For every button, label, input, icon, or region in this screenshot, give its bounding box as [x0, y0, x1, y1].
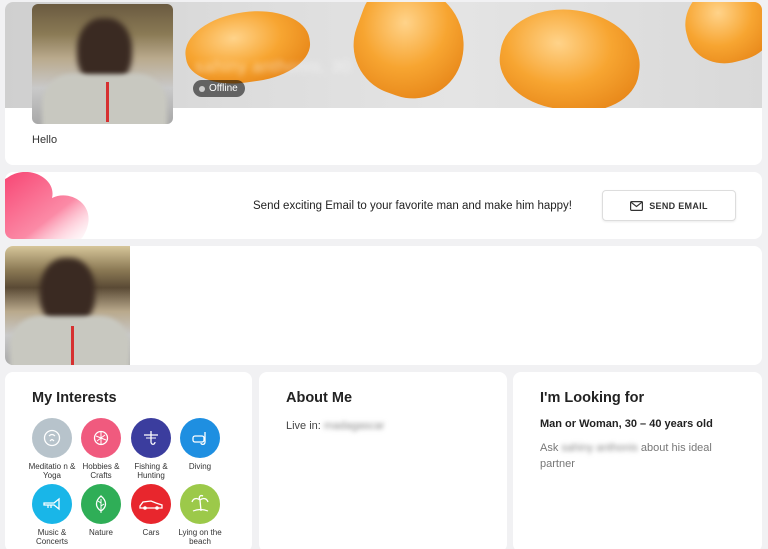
status-badge: Offline: [193, 80, 245, 97]
status-dot-icon: [199, 85, 205, 92]
about-title: About Me: [286, 390, 353, 406]
ask-about-partner: Ask sahiny anthonis about his ideal part…: [540, 440, 740, 472]
interest-label: Cars: [142, 528, 160, 537]
looking-for-title: I'm Looking for: [540, 390, 645, 406]
interest-label: Lying on the beach: [178, 528, 222, 546]
envelope-icon: [630, 200, 644, 211]
send-email-label: SEND EMAIL: [649, 200, 708, 211]
interest-item: Music & Concerts: [27, 484, 77, 546]
yarn-icon: [93, 430, 109, 446]
heart-icon: [5, 172, 89, 239]
interest-label: Nature: [88, 528, 113, 537]
live-in-label: Live in:: [286, 420, 321, 432]
palm-icon: [191, 494, 209, 512]
email-promo-text: Send exciting Email to your favorite man…: [253, 200, 572, 212]
interest-item: Meditatio n & Yoga: [27, 418, 77, 480]
interests-title: My Interests: [32, 390, 117, 406]
photo-gallery: [5, 246, 762, 365]
interest-item: Fishing & Hunting: [126, 418, 176, 480]
live-in-row: Live in: madagascar: [286, 420, 384, 432]
avatar[interactable]: [32, 4, 173, 124]
about-card: About Me Live in: madagascar: [259, 372, 507, 549]
interest-label: Meditatio n & Yoga: [28, 462, 76, 480]
interest-label: Diving: [188, 462, 212, 471]
interest-item: Cars: [126, 484, 176, 537]
user-name: sahiny anthonis, 30: [195, 57, 351, 76]
ask-name: sahiny anthonis: [561, 442, 638, 454]
interest-item: Lying on the beach: [175, 484, 225, 546]
interest-item: Nature: [76, 484, 126, 537]
car-icon: [139, 500, 163, 510]
interests-card: My Interests Meditatio n & Yoga Hobbies …: [5, 372, 252, 549]
yoga-icon: [43, 429, 61, 447]
live-in-value: madagascar: [323, 420, 385, 432]
send-email-button[interactable]: SEND EMAIL: [602, 190, 736, 221]
gallery-photo[interactable]: [5, 246, 130, 365]
profile-card: sahiny anthonis, 30 Offline Hello: [5, 2, 762, 165]
trumpet-icon: [43, 497, 60, 511]
looking-for-card: I'm Looking for Man or Woman, 30 – 40 ye…: [513, 372, 762, 549]
leaf-icon: [95, 495, 107, 513]
looking-for-criteria: Man or Woman, 30 – 40 years old: [540, 418, 713, 430]
interest-item: Diving: [175, 418, 225, 471]
email-banner: Send exciting Email to your favorite man…: [5, 172, 762, 239]
interest-label: Music & Concerts: [35, 528, 68, 546]
fishing-icon: [144, 431, 158, 445]
interest-label: Fishing & Hunting: [134, 462, 168, 480]
status-label: Offline: [209, 83, 238, 94]
greeting-text: Hello: [32, 134, 58, 146]
snorkel-icon: [192, 432, 206, 446]
ask-prefix: Ask: [540, 442, 559, 454]
interest-item: Hobbies & Crafts: [76, 418, 126, 480]
interest-label: Hobbies & Crafts: [82, 462, 120, 480]
